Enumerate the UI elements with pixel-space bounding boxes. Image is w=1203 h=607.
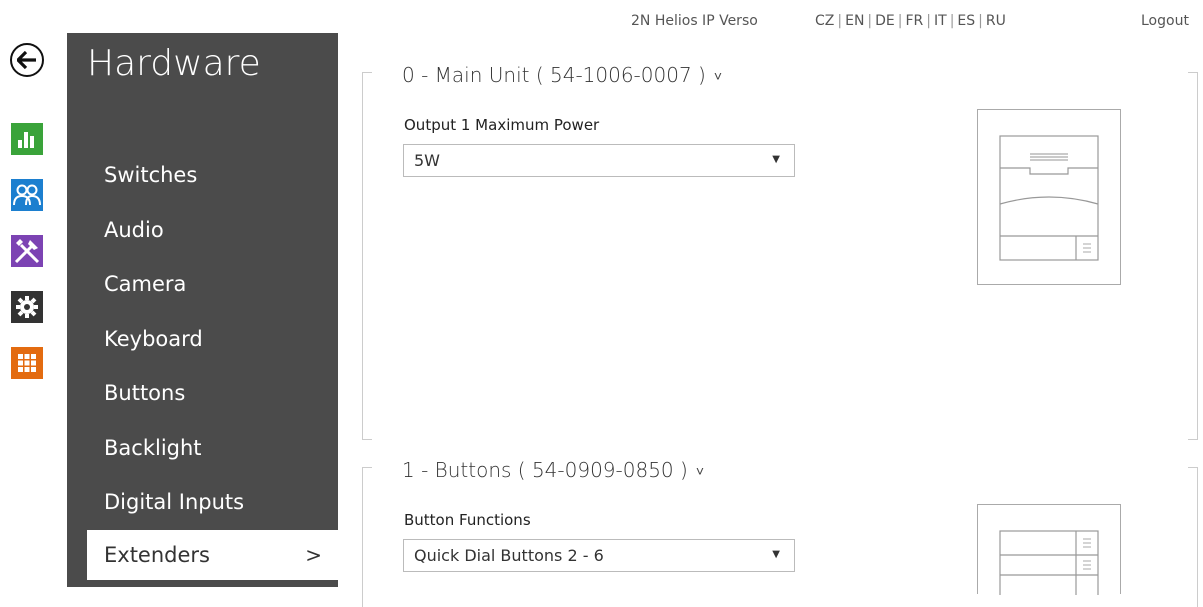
lang-cz[interactable]: CZ	[815, 13, 834, 29]
sidebar-item-buttons[interactable]: Buttons	[87, 368, 338, 418]
sidebar-item-camera[interactable]: Camera	[87, 259, 338, 309]
lang-en[interactable]: EN	[845, 13, 864, 29]
section-title[interactable]: 0 - Main Unit ( 54-1006-0007 ) ˅	[402, 63, 722, 87]
services-grid-icon[interactable]	[11, 347, 43, 379]
section-frame-left	[362, 467, 372, 607]
hardware-tools-icon[interactable]	[11, 235, 43, 267]
hardware-sidebar: Hardware Switches Audio Camera Keyboard …	[67, 33, 338, 587]
sidebar-item-keyboard[interactable]: Keyboard	[87, 314, 338, 364]
device-name: 2N Helios IP Verso	[631, 13, 758, 29]
status-chart-icon[interactable]	[11, 123, 43, 155]
chevron-down-icon: ˅	[695, 464, 704, 480]
sidebar-title: Hardware	[87, 43, 261, 84]
button-functions-label: Button Functions	[404, 511, 531, 529]
button-functions-select[interactable]: Quick Dial Buttons 2 - 6 ▼	[403, 539, 795, 572]
logout-link[interactable]: Logout	[1141, 13, 1189, 29]
sidebar-item-switches[interactable]: Switches	[87, 150, 338, 200]
dropdown-arrow-icon: ▼	[772, 154, 780, 165]
section-frame-right	[1188, 467, 1198, 607]
lang-de[interactable]: DE	[875, 13, 895, 29]
sidebar-item-audio[interactable]: Audio	[87, 205, 338, 255]
dropdown-arrow-icon: ▼	[772, 549, 780, 560]
system-gear-icon[interactable]	[11, 291, 43, 323]
lang-es[interactable]: ES	[957, 13, 975, 29]
lang-it[interactable]: IT	[934, 13, 947, 29]
section-frame-right	[1188, 72, 1198, 440]
lang-ru[interactable]: RU	[986, 13, 1006, 29]
chevron-down-icon: ˅	[713, 69, 723, 85]
main-unit-device-image	[977, 109, 1121, 285]
language-selector: CZ | EN | DE | FR | IT | ES | RU	[815, 13, 1006, 29]
sidebar-item-digital-inputs[interactable]: Digital Inputs	[87, 477, 338, 527]
directory-users-icon[interactable]	[11, 179, 43, 211]
section-title[interactable]: 1 - Buttons ( 54-0909-0850 ) ˅	[402, 458, 704, 482]
buttons-device-image	[977, 504, 1121, 607]
extender-section-main-unit: 0 - Main Unit ( 54-1006-0007 ) ˅ Output 1…	[362, 60, 1198, 440]
extender-section-buttons: 1 - Buttons ( 54-0909-0850 ) ˅ Button Fun…	[362, 455, 1198, 607]
sidebar-item-backlight[interactable]: Backlight	[87, 423, 338, 473]
sidebar-item-extenders[interactable]: Extenders >	[87, 530, 338, 580]
chevron-right-icon: >	[305, 543, 322, 567]
lang-fr[interactable]: FR	[906, 13, 924, 29]
output-power-label: Output 1 Maximum Power	[404, 116, 600, 134]
output-power-select[interactable]: 5W ▼	[403, 144, 795, 177]
section-frame-left	[362, 72, 372, 440]
back-arrow-icon[interactable]	[10, 43, 44, 77]
